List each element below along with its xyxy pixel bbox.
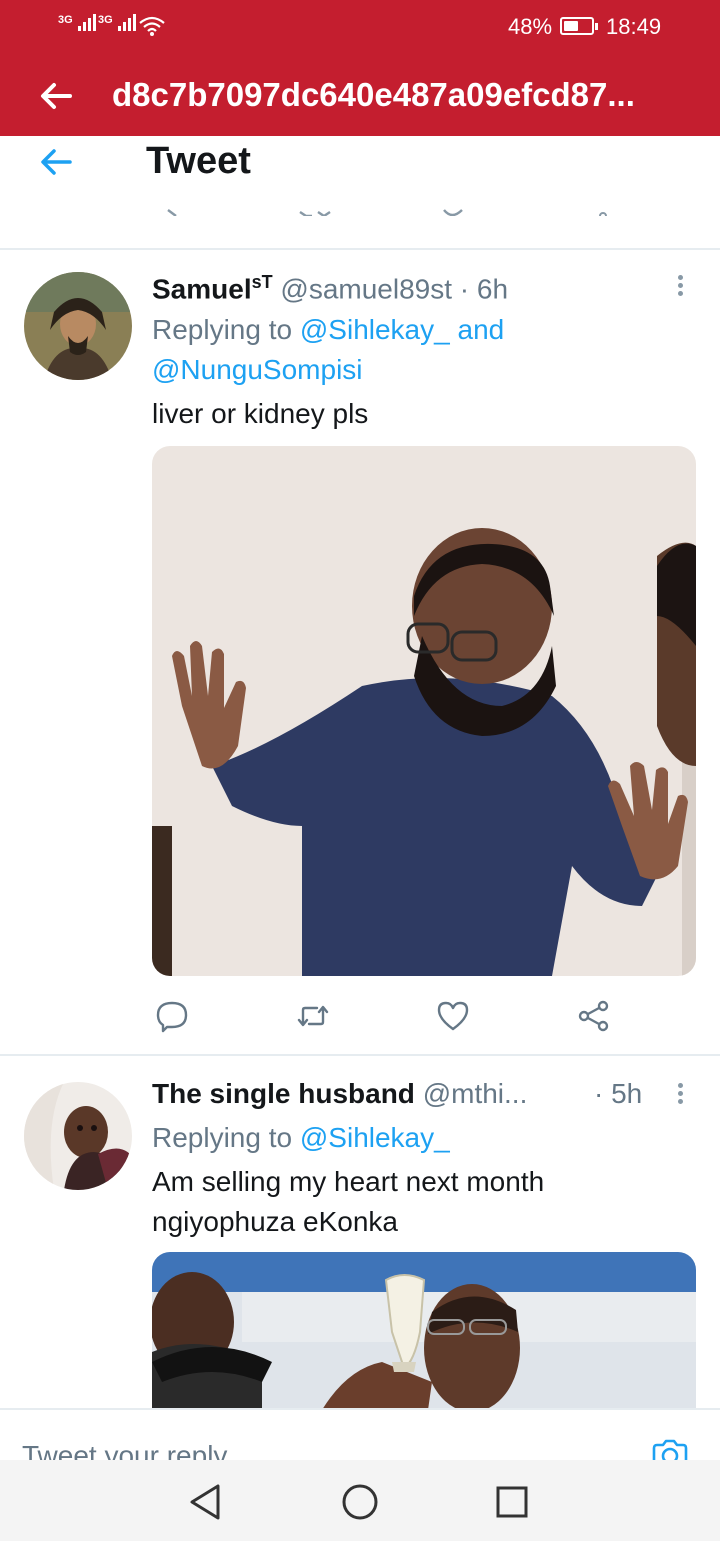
- circle-home-icon[interactable]: [340, 1482, 380, 1522]
- user-name-superscript: sT: [251, 272, 273, 292]
- mention-link[interactable]: @Sihlekay_: [300, 1122, 450, 1153]
- divider: [0, 216, 720, 250]
- avatar[interactable]: [24, 1082, 132, 1190]
- network-2-label: 3G: [98, 14, 113, 26]
- reply-input-placeholder[interactable]: Tweet your reply: [22, 1440, 227, 1462]
- battery-icon: [560, 17, 598, 35]
- tweet-time: · 5h: [594, 1078, 643, 1109]
- retweet-icon[interactable]: [295, 998, 331, 1034]
- conjunction: and: [457, 314, 505, 345]
- tweet-card[interactable]: The single husband @mthi... · 5h Replyin…: [0, 1058, 720, 1408]
- user-name[interactable]: Samuel: [152, 273, 252, 304]
- tweet-text: liver or kidney pls: [152, 398, 369, 429]
- like-heart-icon[interactable]: [435, 998, 471, 1034]
- app-title: d8c7b7097dc640e487a09efcd87...: [112, 76, 635, 113]
- tweet-text-line: Am selling my heart next month: [152, 1166, 545, 1197]
- camera-icon[interactable]: [650, 1438, 690, 1462]
- avatar-image: [24, 1082, 132, 1190]
- back-arrow-icon[interactable]: [36, 142, 76, 182]
- reply-icon[interactable]: [154, 998, 190, 1034]
- tweet-text-line: ngiyophuza eKonka: [152, 1206, 398, 1237]
- avatar-image: [24, 272, 132, 380]
- mention-link[interactable]: @NunguSompisi: [152, 354, 363, 385]
- replying-prefix: Replying to: [152, 314, 293, 345]
- avatar[interactable]: [24, 272, 132, 380]
- signal-bars-icon: [78, 14, 98, 31]
- replying-prefix: Replying to: [152, 1122, 293, 1153]
- status-bar: 3G 3G 48% 18:49: [0, 0, 720, 56]
- photo-image: [152, 1252, 696, 1408]
- tweet-header-line: SamuelsT @samuel89st · 6h: [152, 272, 508, 305]
- signal-bars-icon: [118, 14, 138, 31]
- reply-composer[interactable]: Tweet your reply: [0, 1408, 720, 1462]
- tweet-text: Am selling my heart next month ngiyophuz…: [152, 1162, 544, 1242]
- square-recents-icon[interactable]: [492, 1482, 532, 1522]
- replying-to: Replying to @Sihlekay_: [152, 1118, 450, 1158]
- tweet-media-photo[interactable]: [152, 1252, 696, 1408]
- clock: 18:49: [606, 14, 662, 39]
- user-handle[interactable]: @samuel89st: [280, 273, 452, 304]
- divider: [0, 1054, 720, 1056]
- user-handle[interactable]: @mthi...: [423, 1078, 528, 1109]
- photo-image: [152, 446, 696, 976]
- tweet-actions: [152, 998, 622, 1038]
- signal-1-indicator: 3G: [58, 14, 98, 31]
- system-nav-bar: [0, 1460, 720, 1541]
- mention-link[interactable]: @Sihlekay_: [300, 314, 450, 345]
- more-options-icon[interactable]: [670, 272, 690, 302]
- user-name[interactable]: The single husband: [152, 1078, 415, 1109]
- back-arrow-icon[interactable]: [36, 76, 76, 116]
- replying-to: Replying to @Sihlekay_ and @NunguSompisi: [152, 310, 552, 390]
- tweet-time: · 6h: [459, 273, 509, 305]
- triangle-back-icon[interactable]: [186, 1482, 226, 1522]
- signal-2-indicator: 3G: [98, 14, 138, 31]
- tweet-header-line: The single husband @mthi...: [152, 1078, 612, 1110]
- tweet-media-photo[interactable]: [152, 446, 696, 976]
- more-options-icon[interactable]: [670, 1080, 690, 1110]
- battery-percentage: 48%: [508, 14, 553, 39]
- tweet-card[interactable]: SamuelsT @samuel89st · 6h Replying to @S…: [0, 250, 720, 1056]
- app-bar: d8c7b7097dc640e487a09efcd87...: [0, 56, 720, 136]
- wifi-icon: [139, 16, 165, 36]
- page-title: Tweet: [146, 140, 251, 182]
- share-icon[interactable]: [576, 998, 612, 1034]
- network-1-label: 3G: [58, 14, 73, 26]
